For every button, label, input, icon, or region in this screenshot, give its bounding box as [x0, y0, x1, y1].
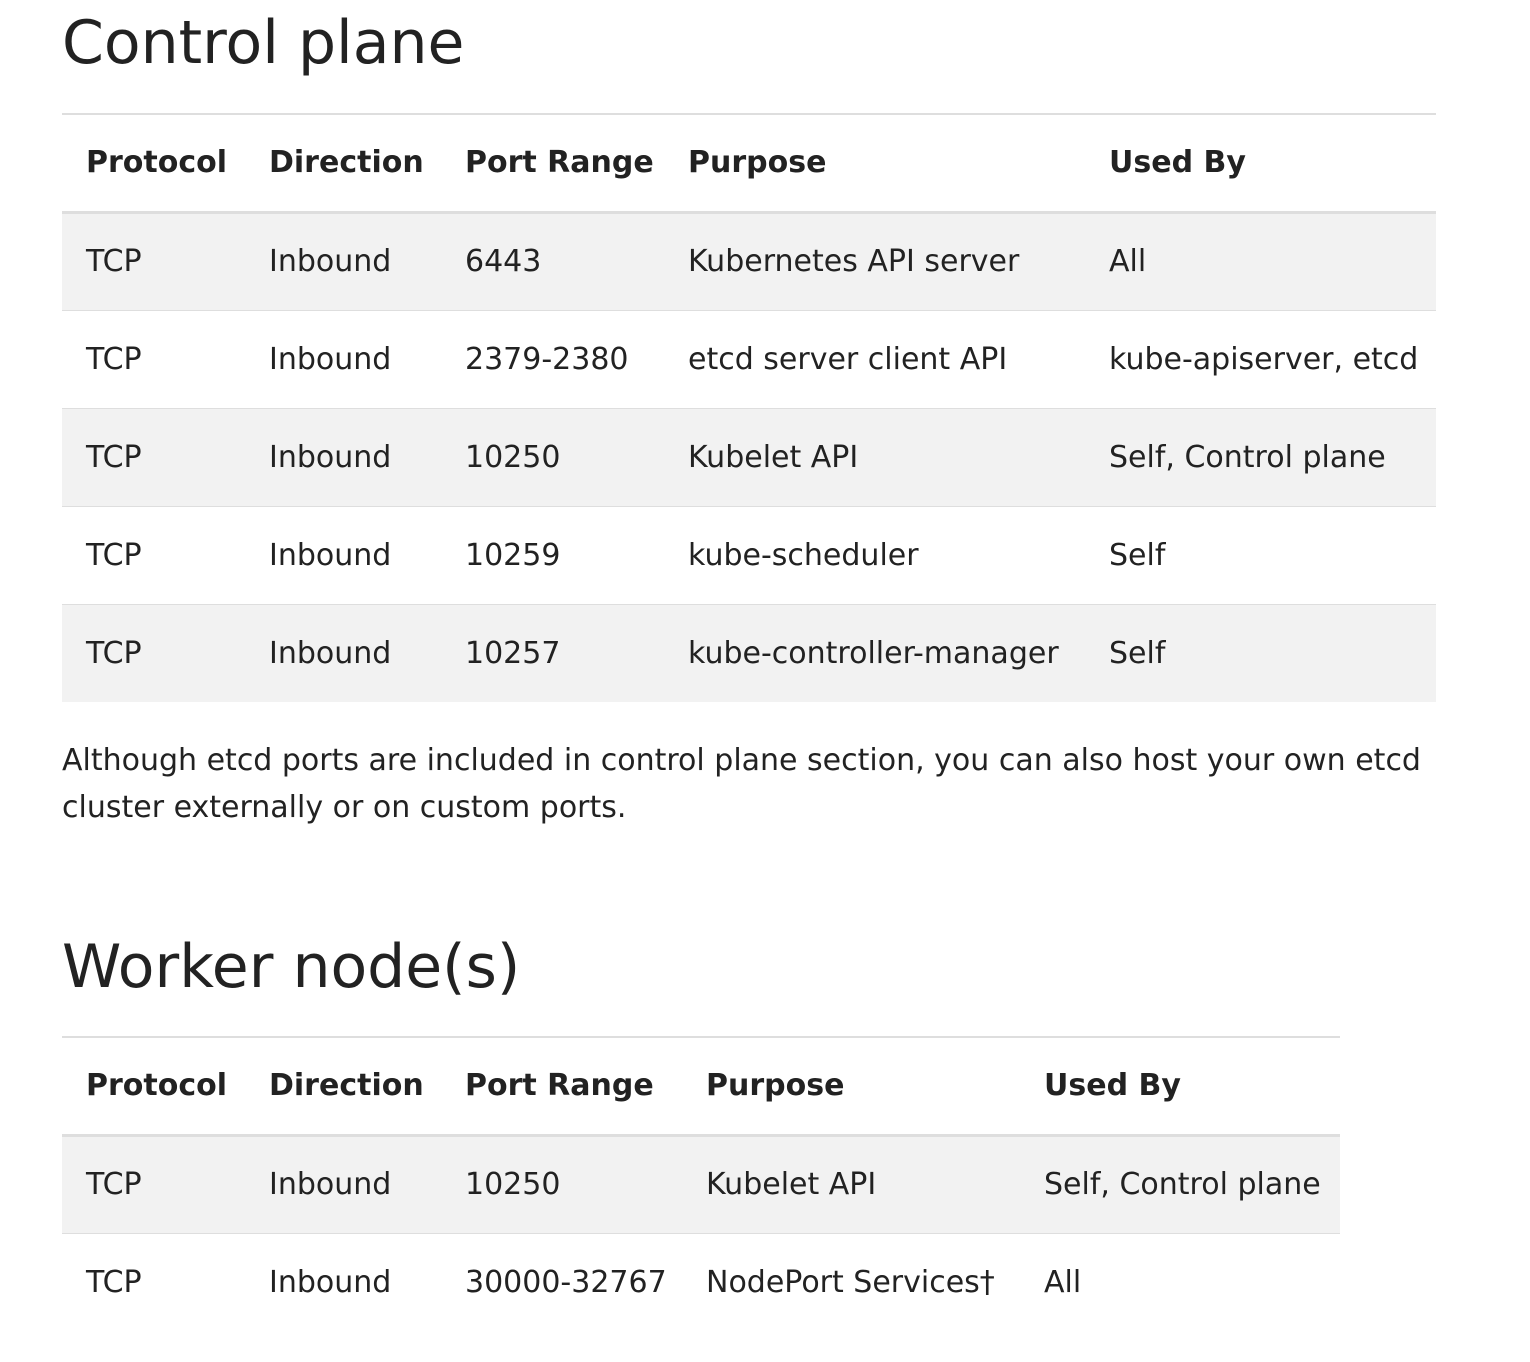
column-header-protocol: Protocol	[86, 1068, 228, 1104]
cell-protocol: TCP	[86, 1264, 142, 1300]
cell-purpose: Kubelet API	[706, 1167, 877, 1202]
cell-direction: Inbound	[269, 1167, 392, 1202]
cell-protocol: TCP	[86, 537, 142, 573]
cell-protocol: TCP	[86, 341, 142, 377]
column-header-port-range: Port Range	[465, 145, 654, 181]
cell-purpose: Kubelet API	[688, 439, 859, 475]
cell-port-range: 6443	[465, 244, 542, 279]
cell-direction: Inbound	[269, 439, 392, 475]
column-header-direction: Direction	[269, 1068, 424, 1104]
cell-used-by: All	[1109, 244, 1147, 279]
column-header-direction: Direction	[269, 145, 424, 181]
table-header-row: Protocol Direction Port Range Purpose Us…	[62, 1037, 1340, 1135]
cell-purpose: Kubernetes API server	[688, 244, 1020, 279]
cell-used-by: Self	[1109, 635, 1166, 671]
etcd-ports-note: Although etcd ports are included in cont…	[62, 743, 1421, 825]
column-header-purpose: Purpose	[706, 1068, 845, 1104]
cell-port-range: 10250	[465, 439, 561, 475]
cell-used-by: kube-apiserver, etcd	[1109, 341, 1419, 377]
cell-direction: Inbound	[269, 537, 392, 573]
cell-protocol: TCP	[86, 635, 142, 671]
table-row: TCP Inbound 10257 kube-controller-manage…	[62, 604, 1436, 702]
table-row: TCP Inbound 2379-2380 etcd server client…	[62, 310, 1436, 408]
column-header-used-by: Used By	[1044, 1068, 1181, 1104]
column-header-purpose: Purpose	[688, 145, 827, 181]
worker-nodes-ports-table: Protocol Direction Port Range Purpose Us…	[62, 1036, 1340, 1331]
cell-used-by: All	[1044, 1264, 1082, 1300]
cell-port-range: 10257	[465, 635, 561, 671]
worker-nodes-heading: Worker node(s)	[62, 932, 521, 1002]
table-header-row: Protocol Direction Port Range Purpose Us…	[62, 114, 1436, 212]
cell-purpose: NodePort Services†	[706, 1264, 995, 1300]
column-header-port-range: Port Range	[465, 1068, 654, 1104]
cell-port-range: 30000-32767	[465, 1264, 667, 1300]
cell-port-range: 10250	[465, 1167, 561, 1202]
cell-port-range: 2379-2380	[465, 341, 629, 377]
cell-used-by: Self, Control plane	[1044, 1167, 1321, 1202]
cell-protocol: TCP	[86, 439, 142, 475]
cell-used-by: Self	[1109, 537, 1166, 573]
cell-direction: Inbound	[269, 341, 392, 377]
control-plane-heading: Control plane	[62, 8, 465, 78]
cell-protocol: TCP	[86, 1167, 142, 1202]
cell-purpose: kube-controller-manager	[688, 635, 1059, 671]
table-row: TCP Inbound 10250 Kubelet API Self, Cont…	[62, 1135, 1340, 1233]
table-row: TCP Inbound 10250 Kubelet API Self, Cont…	[62, 408, 1436, 506]
table-row: TCP Inbound 10259 kube-scheduler Self	[62, 506, 1436, 604]
cell-protocol: TCP	[86, 244, 142, 279]
table-row: TCP Inbound 30000-32767 NodePort Service…	[62, 1233, 1340, 1331]
cell-purpose: kube-scheduler	[688, 537, 919, 573]
cell-purpose: etcd server client API	[688, 341, 1008, 377]
column-header-used-by: Used By	[1109, 145, 1246, 181]
column-header-protocol: Protocol	[86, 145, 228, 181]
cell-direction: Inbound	[269, 244, 392, 279]
cell-used-by: Self, Control plane	[1109, 439, 1386, 475]
cell-port-range: 10259	[465, 537, 561, 573]
control-plane-ports-table: Protocol Direction Port Range Purpose Us…	[62, 113, 1436, 702]
table-row: TCP Inbound 6443 Kubernetes API server A…	[62, 212, 1436, 310]
cell-direction: Inbound	[269, 1264, 392, 1300]
cell-direction: Inbound	[269, 635, 392, 671]
